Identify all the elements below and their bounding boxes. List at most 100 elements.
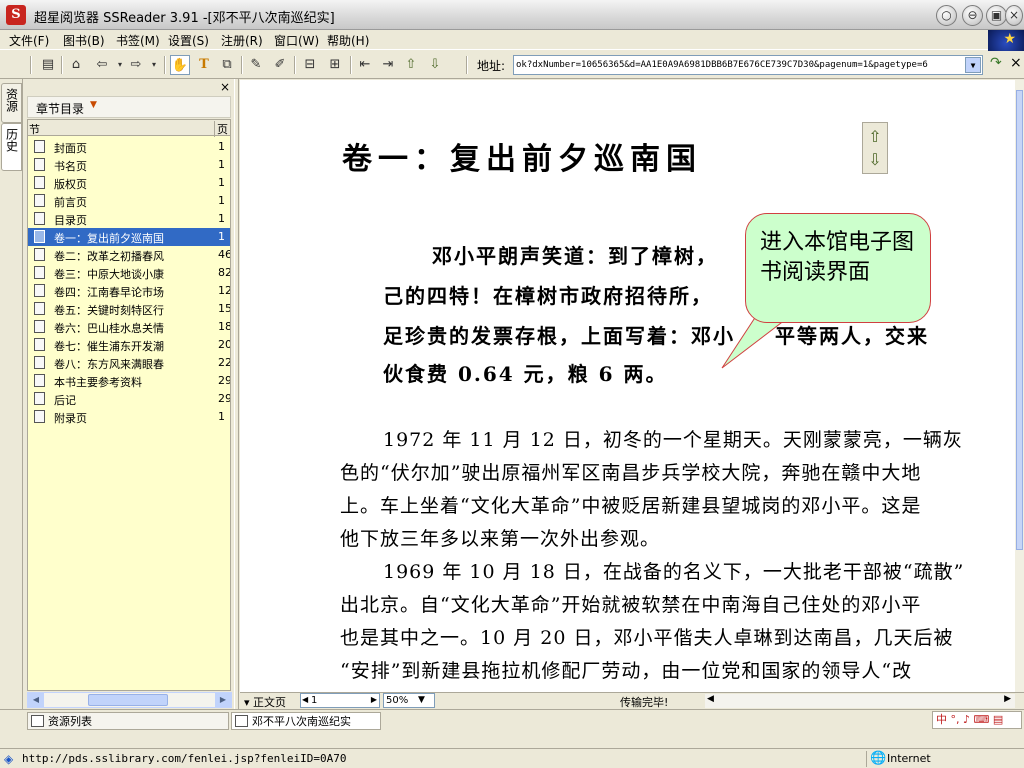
close-button[interactable]: × [1005, 5, 1023, 26]
book-page-icon [34, 248, 45, 261]
toc-row-page: 12 [218, 284, 231, 297]
body-line: 色的“伏尔加”驶出原福州军区南昌步兵学校大院，奔驰在赣中大地 [340, 462, 922, 484]
toc-row-page: 1 [218, 410, 225, 423]
address-input[interactable]: ok?dxNumber=10656365&d=AA1E0A9A6981DBB6B… [513, 55, 983, 75]
toc-row[interactable]: 后记 29 [28, 390, 230, 408]
book-page-icon [34, 356, 45, 369]
toc-row[interactable]: 卷三：中原大地谈小康 82 [28, 264, 230, 282]
page-down-icon[interactable]: ⇩ [425, 55, 445, 75]
toc-row[interactable]: 本书主要参考资料 29 [28, 372, 231, 390]
vertical-scroll-thumb[interactable] [1016, 90, 1023, 550]
prev-page-icon[interactable]: ◀ [302, 695, 308, 704]
document-view-icon[interactable]: ▤ [38, 55, 58, 75]
highlighter-icon[interactable]: ✐ [270, 55, 290, 75]
column-page[interactable]: 页 [214, 121, 230, 137]
body-line: 1972 年 11 月 12 日，初冬的一个星期天。天刚蒙蒙亮，一辆灰 [383, 429, 963, 451]
page-flip-control: ⇧ ⇩ [862, 122, 888, 174]
book-icon [235, 715, 248, 727]
toc-header[interactable]: 章节目录 ▼ [27, 96, 231, 118]
page-number: 1 [311, 695, 318, 706]
menu-settings[interactable]: 设置(S) [168, 32, 209, 49]
page-up-icon[interactable]: ⇧ [401, 55, 421, 75]
scroll-thumb[interactable] [88, 694, 168, 706]
page-down-arrow-icon[interactable]: ⇩ [866, 150, 884, 170]
document-page[interactable]: 卷一：复出前夕巡南国 ⇧ ⇩ 邓小平朗声笑道：到了樟树， 己的四特！在樟树市政府… [240, 80, 1015, 692]
toolbar-separator [466, 56, 468, 74]
column-section[interactable]: 节 [29, 121, 40, 137]
toolbar-separator [294, 56, 296, 74]
zoom-field[interactable]: 50% [383, 693, 435, 708]
zoom-dropdown-icon[interactable]: ▼ [418, 695, 425, 705]
fit-page-icon[interactable]: ⊞ [325, 55, 345, 75]
toc-row[interactable]: 卷四：江南春早论市场 12 [28, 282, 231, 300]
body-line: “安排”到新建县拖拉机修配厂劳动，由一位党和国家的领导人“改 [340, 660, 913, 682]
toc-dropdown-icon[interactable]: ▼ [90, 100, 97, 110]
last-page-icon[interactable]: ⇥ [378, 55, 398, 75]
toc-row[interactable]: 前言页 1 [28, 192, 230, 210]
toc-row-label: 目录页 [54, 214, 87, 227]
title-bar[interactable]: S 超星阅览器 SSReader 3.91 -[邓不平八次南巡纪实] ○ ⊖ ▣… [0, 0, 1024, 30]
tab-resources[interactable]: 资源 [1, 83, 22, 123]
menu-window[interactable]: 窗口(W) [274, 32, 319, 49]
pane-splitter[interactable] [234, 79, 239, 709]
forward-dropdown-icon[interactable]: ▾ [144, 55, 164, 75]
menu-file[interactable]: 文件(F) [9, 32, 49, 49]
toc-row[interactable]: 卷八：东方风来满眼春 22 [28, 354, 230, 372]
toc-row-page: 15 [218, 302, 231, 315]
back-arrow-icon[interactable]: ⇦ [92, 55, 112, 75]
next-page-icon[interactable]: ▶ [371, 695, 377, 704]
help-round-icon[interactable]: ○ [936, 5, 957, 26]
region-select-icon[interactable]: ⧉ [217, 55, 237, 75]
toc-row[interactable]: 卷一：复出前夕巡南国 1 [28, 228, 230, 246]
toc-row-label: 卷一：复出前夕巡南国 [54, 232, 164, 245]
menu-help[interactable]: 帮助(H) [327, 32, 369, 49]
toc-row-page: 46 [218, 248, 231, 261]
ime-toolbar[interactable]: 中 °, ♪ ⌨ ▤ [932, 711, 1022, 729]
toc-row[interactable]: 卷七：催生浦东开发潮 20 [28, 336, 230, 354]
toc-row[interactable]: 书名页 1 [28, 156, 230, 174]
page-number-field[interactable]: ◀ 1 ▶ [300, 693, 380, 708]
toc-row-label: 卷五：关键时刻特区行 [54, 304, 164, 317]
browser-status-bar: ◈ http://pds.sslibrary.com/fenlei.jsp?fe… [0, 748, 1024, 768]
toc-row[interactable]: 卷五：关键时刻特区行 15 [28, 300, 231, 318]
scroll-right-icon[interactable]: ▶ [1004, 694, 1011, 704]
page-icon: ◈ [4, 752, 14, 766]
toc-row[interactable]: 卷二：改革之初播春风 46 [28, 246, 231, 264]
scroll-right-icon[interactable]: ▶ [215, 693, 231, 707]
menu-book[interactable]: 图书(B) [63, 32, 105, 49]
minimize-button[interactable]: ⊖ [962, 5, 983, 26]
address-dropdown-icon[interactable]: ▼ [965, 57, 981, 73]
fit-width-icon[interactable]: ⊟ [300, 55, 320, 75]
toc-horizontal-scrollbar[interactable]: ◀ ▶ [27, 692, 232, 708]
toc-row[interactable]: 目录页 1 [28, 210, 230, 228]
tab-history[interactable]: 历史 [1, 123, 22, 171]
toc-row-page: 18 [218, 320, 231, 333]
toc-row[interactable]: 附录页 1 [28, 408, 230, 426]
hand-tool-icon[interactable]: ✋ [170, 55, 190, 75]
document-status-row: ▾ 正文页 ◀ 1 ▶ 50% ▼ 传输完毕! ◀ ▶ [240, 692, 1024, 709]
annotate-icon[interactable]: ✎ [246, 55, 266, 75]
home-icon[interactable]: ⌂ [66, 55, 86, 75]
tab-resource-list[interactable]: 资源列表 [27, 712, 229, 730]
forward-arrow-icon[interactable]: ⇨ [126, 55, 146, 75]
tab-book[interactable]: 邓不平八次南巡纪实 [231, 712, 381, 730]
menu-register[interactable]: 注册(R) [221, 32, 263, 49]
toc-row[interactable]: 封面页 1 [28, 138, 230, 156]
text-select-icon[interactable]: T [194, 55, 214, 75]
toc-row-page: 29 [218, 374, 231, 387]
menu-bookmark[interactable]: 书签(M) [116, 32, 160, 49]
scroll-left-icon[interactable]: ◀ [707, 694, 714, 704]
document-vertical-scrollbar[interactable] [1015, 80, 1024, 692]
document-horizontal-scrollbar[interactable]: ◀ ▶ [705, 694, 1015, 708]
view-mode-select[interactable]: ▾ 正文页 [244, 694, 286, 710]
toc-row[interactable]: 卷六：巴山桂水息关情 18 [28, 318, 231, 336]
pane-close-icon[interactable]: × [220, 80, 230, 94]
scroll-left-icon[interactable]: ◀ [28, 693, 44, 707]
toc-title: 章节目录 [36, 102, 85, 116]
toc-row[interactable]: 版权页 1 [28, 174, 230, 192]
toolbar-close-icon[interactable]: × [1010, 55, 1022, 71]
page-up-arrow-icon[interactable]: ⇧ [866, 127, 884, 147]
go-arrow-icon[interactable]: ↷ [990, 55, 1002, 71]
maximize-button[interactable]: ▣ [986, 5, 1007, 26]
first-page-icon[interactable]: ⇤ [355, 55, 375, 75]
